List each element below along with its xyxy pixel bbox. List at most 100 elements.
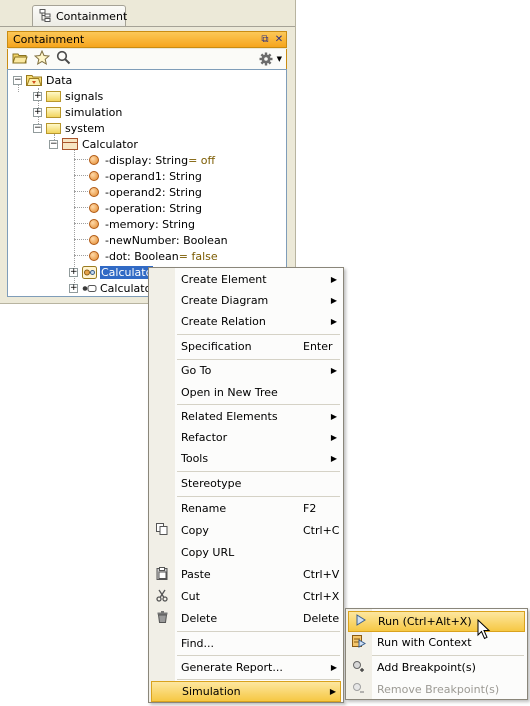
tree-node-attribute[interactable]: -operand1 : String (89, 168, 202, 184)
attribute-name: -dot (105, 249, 127, 263)
tree-node-attribute[interactable]: -memory : String (89, 216, 195, 232)
activity-icon (82, 282, 97, 295)
tree-node-calculator-activity[interactable]: + Calculato (69, 280, 151, 296)
attribute-icon (89, 171, 99, 181)
menu-item-refactor[interactable]: Refactor ▶ (149, 427, 343, 448)
menu-item-tools[interactable]: Tools ▶ (149, 448, 343, 469)
menu-item-label: Refactor (181, 431, 228, 444)
expand-icon[interactable]: + (33, 107, 42, 117)
panel-toolbar: ▼ (7, 49, 287, 69)
menu-separator (177, 631, 340, 632)
tree-node-attribute[interactable]: -operand2 : String (89, 184, 202, 200)
menu-item-shortcut: Ctrl+C (303, 524, 340, 537)
tree-node-attribute[interactable]: -operation : String (89, 200, 202, 216)
menu-item-delete[interactable]: Delete Delete (149, 608, 343, 629)
menu-item-rename[interactable]: Rename F2 (149, 498, 343, 519)
attribute-value: = false (178, 249, 218, 263)
menu-separator (177, 471, 340, 472)
package-open-icon (26, 74, 42, 86)
tree-node-label: simulation (65, 105, 123, 119)
menu-item-related-elements[interactable]: Related Elements ▶ (149, 406, 343, 427)
tree-node-label: Data (46, 73, 73, 87)
menu-item-paste[interactable]: Paste Ctrl+V (149, 564, 343, 585)
submenu-arrow-icon: ▶ (330, 317, 337, 326)
tree-node-signals[interactable]: + signals (33, 88, 103, 104)
menu-item-find[interactable]: Find... (149, 633, 343, 654)
expand-icon[interactable]: + (69, 267, 78, 277)
delete-icon (155, 611, 169, 626)
collapse-icon[interactable]: − (13, 75, 22, 85)
menu-item-generate-report[interactable]: Generate Report... ▶ (149, 657, 343, 678)
menu-separator (177, 679, 340, 680)
attribute-icon (89, 203, 99, 213)
menu-item-copy[interactable]: Copy Ctrl+C (149, 520, 343, 541)
open-folder-icon[interactable] (12, 51, 28, 68)
menu-item-create-diagram[interactable]: Create Diagram ▶ (149, 290, 343, 311)
menu-item-create-relation[interactable]: Create Relation ▶ (149, 311, 343, 332)
menu-item-label: Run (Ctrl+Alt+X) (378, 615, 472, 628)
menu-separator (177, 334, 340, 335)
menu-separator (177, 496, 340, 497)
folder-icon (46, 90, 61, 102)
collapse-icon[interactable]: − (49, 139, 58, 149)
tree-node-system[interactable]: − system (33, 120, 105, 136)
submenu-arrow-icon: ▶ (330, 366, 337, 375)
tree-node-label: Calculator (82, 137, 138, 151)
close-icon[interactable]: ✕ (272, 34, 286, 45)
menu-item-create-element[interactable]: Create Element ▶ (149, 269, 343, 290)
copy-icon (155, 523, 169, 538)
menu-item-stereotype[interactable]: Stereotype (149, 473, 343, 494)
attribute-name: -display (105, 153, 149, 167)
menu-item-cut[interactable]: Cut Ctrl+X (149, 586, 343, 607)
submenu-arrow-icon: ▶ (330, 663, 337, 672)
attribute-icon (89, 155, 99, 165)
paste-icon (155, 566, 169, 583)
menu-item-add-breakpoint[interactable]: Add Breakpoint(s) (346, 657, 527, 678)
tree-node-label: signals (65, 89, 104, 103)
tab-containment[interactable]: Containment (32, 5, 127, 27)
tree-node-calculator-state-machine[interactable]: + Calculato (69, 264, 154, 280)
run-context-icon (352, 634, 366, 651)
expand-icon[interactable]: + (33, 91, 42, 101)
tree-node-data[interactable]: − Data (13, 72, 72, 88)
menu-item-go-to[interactable]: Go To ▶ (149, 360, 343, 381)
menu-item-run-with-context[interactable]: Run with Context (346, 632, 527, 653)
star-icon[interactable] (33, 49, 51, 68)
tree-node-attribute[interactable]: -dot : Boolean = false (89, 248, 218, 264)
submenu-arrow-icon: ▶ (330, 275, 337, 284)
collapse-icon[interactable]: − (33, 123, 42, 133)
menu-item-label: Run with Context (377, 636, 472, 649)
menu-item-remove-breakpoint[interactable]: Remove Breakpoint(s) (346, 679, 527, 700)
menu-item-label: Copy URL (181, 546, 235, 559)
tree-node-attribute[interactable]: -display : String = off (89, 152, 215, 168)
gear-icon[interactable]: ▼ (259, 52, 282, 66)
attribute-type: : String (148, 153, 189, 167)
menu-item-label: Simulation (182, 685, 241, 698)
restore-icon[interactable]: ⧉ (258, 34, 272, 45)
menu-item-open-in-new-tree[interactable]: Open in New Tree (149, 382, 343, 403)
menu-item-label: Related Elements (181, 410, 278, 423)
panel-title-bar: Containment ⧉ ✕ (7, 31, 287, 48)
menu-item-run[interactable]: Run (Ctrl+Alt+X) (348, 611, 525, 632)
menu-item-shortcut: Ctrl+X (303, 590, 340, 603)
expand-icon[interactable]: + (69, 283, 78, 293)
tree-node-simulation[interactable]: + simulation (33, 104, 122, 120)
menu-item-simulation[interactable]: Simulation ▶ (151, 681, 341, 702)
attribute-name: -operand2 (105, 185, 162, 199)
menu-item-copy-url[interactable]: Copy URL (149, 542, 343, 563)
submenu-arrow-icon: ▶ (330, 454, 337, 463)
menu-item-shortcut: F2 (303, 502, 317, 515)
menu-separator (372, 655, 524, 656)
menu-item-label: Paste (181, 568, 211, 581)
search-icon[interactable] (56, 50, 71, 68)
menu-item-specification[interactable]: Specification Enter (149, 336, 343, 357)
attribute-type: : Boolean (175, 233, 228, 247)
tree-node-calculator[interactable]: − Calculator (49, 136, 138, 152)
menu-item-shortcut: Ctrl+V (303, 568, 340, 581)
attribute-name: -operand1 (105, 169, 162, 183)
menu-item-label: Create Element (181, 273, 267, 286)
menu-item-label: Create Diagram (181, 294, 269, 307)
chevron-down-icon: ▼ (276, 55, 282, 63)
submenu-arrow-icon: ▶ (330, 296, 337, 305)
tree-node-attribute[interactable]: -newNumber : Boolean (89, 232, 228, 248)
